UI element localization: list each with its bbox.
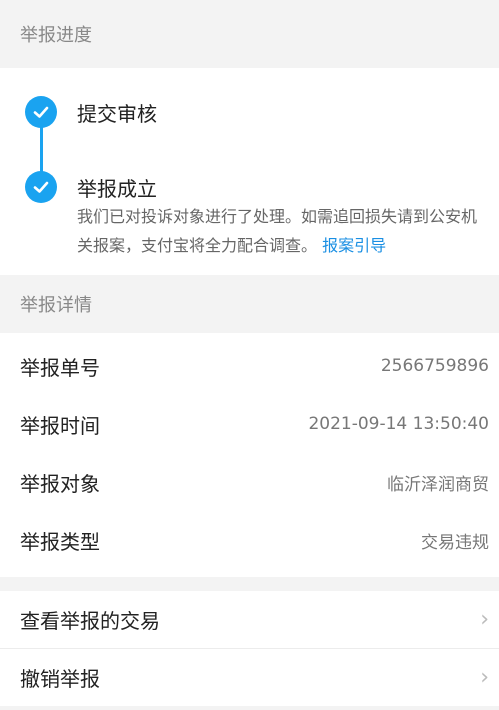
- progress-header-label: 举报进度: [20, 25, 92, 46]
- progress-card: 提交审核 举报成立 我们已对投诉对象进行了处理。如需追回损失请到公安机关报案，支…: [0, 68, 499, 275]
- detail-row-report-number: 举报单号 2566759896: [0, 337, 499, 395]
- detail-label: 举报单号: [20, 355, 100, 380]
- report-guide-link[interactable]: 报案引导: [322, 236, 386, 255]
- check-icon: [25, 171, 57, 203]
- detail-value: 2021-09-14 13:50:40: [308, 414, 489, 434]
- detail-value: 交易违规: [421, 532, 489, 553]
- details-header-label: 举报详情: [20, 295, 92, 316]
- section-gap: [0, 577, 499, 591]
- action-label: 查看举报的交易: [20, 609, 160, 633]
- step-title: 举报成立: [77, 177, 157, 201]
- details-section-header: 举报详情: [0, 275, 499, 333]
- detail-row-report-type: 举报类型 交易违规: [0, 511, 499, 569]
- detail-value: 临沂泽润商贸: [387, 474, 489, 495]
- step-title: 提交审核: [77, 102, 157, 126]
- chevron-right-icon: ›: [480, 665, 489, 690]
- step-description: 我们已对投诉对象进行了处理。如需追回损失请到公安机关报案，支付宝将全力配合调查。…: [77, 202, 487, 260]
- view-reported-transaction-row[interactable]: 查看举报的交易 ›: [0, 591, 499, 649]
- withdraw-report-row[interactable]: 撤销举报 ›: [0, 649, 499, 706]
- progress-section-header: 举报进度: [0, 0, 499, 68]
- detail-label: 举报对象: [20, 471, 100, 496]
- detail-value: 2566759896: [380, 356, 489, 376]
- detail-label: 举报类型: [20, 529, 100, 554]
- details-card: 举报单号 2566759896 举报时间 2021-09-14 13:50:40…: [0, 333, 499, 577]
- action-label: 撤销举报: [20, 667, 100, 691]
- detail-row-report-target: 举报对象 临沂泽润商贸: [0, 453, 499, 511]
- detail-row-report-time: 举报时间 2021-09-14 13:50:40: [0, 395, 499, 453]
- step-description-text: 我们已对投诉对象进行了处理。如需追回损失请到公安机关报案，支付宝将全力配合调查。: [77, 207, 478, 255]
- detail-label: 举报时间: [20, 413, 100, 438]
- chevron-right-icon: ›: [480, 607, 489, 632]
- check-icon: [25, 96, 57, 128]
- action-card: 查看举报的交易 › 撤销举报 ›: [0, 591, 499, 706]
